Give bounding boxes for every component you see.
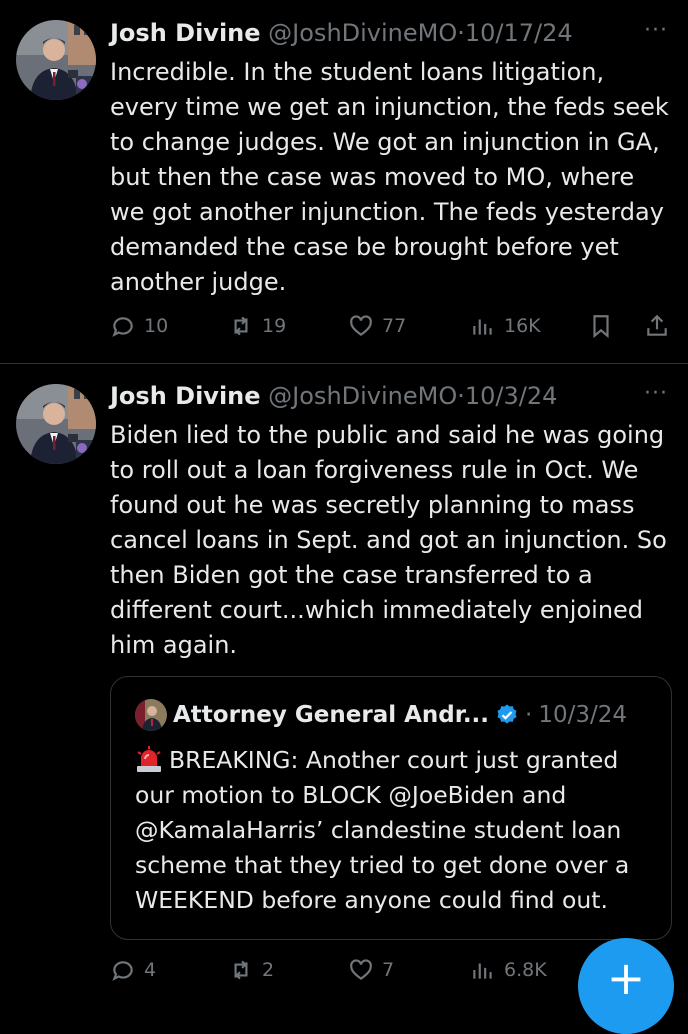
reply-icon xyxy=(112,317,133,337)
quoted-tweet-header: Attorney General Andr... · 10/3/24 xyxy=(135,699,627,731)
like-button[interactable]: 7 xyxy=(348,952,394,988)
author-name[interactable]: Josh Divine xyxy=(110,382,261,410)
quoted-tweet-text: BREAKING: Another court just granted our… xyxy=(135,746,630,914)
like-count: 7 xyxy=(382,959,395,981)
views-count: 6.8K xyxy=(504,959,547,981)
repost-button[interactable]: 2 xyxy=(228,952,274,988)
bookmark-button[interactable] xyxy=(588,308,614,344)
author-handle[interactable]: @JoshDivineMO xyxy=(268,19,457,47)
quoted-tweet-text-wrap: BREAKING: Another court just granted our… xyxy=(135,743,655,918)
author-name[interactable]: Josh Divine xyxy=(110,19,261,47)
like-count: 77 xyxy=(382,315,407,337)
quoted-tweet-date[interactable]: 10/3/24 xyxy=(538,700,627,730)
tweet-date[interactable]: 10/3/24 xyxy=(465,382,558,410)
views-icon xyxy=(473,319,492,335)
separator-dot: · xyxy=(525,702,533,728)
compose-button[interactable]: + xyxy=(578,938,674,1034)
separator-dot: · xyxy=(457,19,465,47)
reply-count: 10 xyxy=(144,315,169,337)
tweet-header: Josh Divine @JoshDivineMO·10/3/24 xyxy=(110,381,557,411)
repost-count: 19 xyxy=(262,315,287,337)
repost-count: 2 xyxy=(262,959,275,981)
reply-count: 4 xyxy=(144,959,157,981)
tweet-text: Incredible. In the student loans litigat… xyxy=(110,58,669,296)
more-icon[interactable]: ··· xyxy=(644,18,668,43)
views-count: 16K xyxy=(504,315,541,337)
views-icon xyxy=(473,963,492,979)
avatar[interactable] xyxy=(16,384,96,464)
share-icon xyxy=(647,314,667,336)
repost-icon xyxy=(234,316,248,336)
separator-dot: · xyxy=(457,382,465,410)
more-icon[interactable]: ··· xyxy=(644,381,668,406)
verified-badge-icon xyxy=(497,704,517,724)
like-icon xyxy=(350,315,372,336)
like-icon xyxy=(350,959,372,980)
reply-button[interactable]: 10 xyxy=(110,308,168,344)
quoted-tweet[interactable]: Attorney General Andr... · 10/3/24 BREAKI… xyxy=(110,676,672,940)
quoted-author-name[interactable]: Attorney General Andr... xyxy=(173,700,489,730)
tweet-header: Josh Divine @JoshDivineMO·10/17/24 xyxy=(110,18,573,48)
repost-icon xyxy=(234,960,248,980)
like-button[interactable]: 77 xyxy=(348,308,406,344)
reply-icon xyxy=(112,961,133,981)
share-button[interactable] xyxy=(644,308,670,344)
reply-button[interactable]: 4 xyxy=(110,952,156,988)
avatar[interactable] xyxy=(16,20,96,100)
tweet-date[interactable]: 10/17/24 xyxy=(465,19,573,47)
author-handle[interactable]: @JoshDivineMO xyxy=(268,382,457,410)
tweet-actions: 10 19 77 16K xyxy=(110,308,670,344)
views-button[interactable]: 16K xyxy=(470,308,541,344)
tweet[interactable]: Josh Divine @JoshDivineMO·10/3/24 ··· Bi… xyxy=(0,364,688,1000)
tweet-text: Biden lied to the public and said he was… xyxy=(110,421,667,659)
repost-button[interactable]: 19 xyxy=(228,308,286,344)
views-button[interactable]: 6.8K xyxy=(470,952,547,988)
bookmark-icon xyxy=(593,315,609,339)
tweet[interactable]: Josh Divine @JoshDivineMO·10/17/24 ··· I… xyxy=(0,0,688,362)
siren-icon xyxy=(135,745,163,773)
quoted-avatar[interactable] xyxy=(135,699,167,731)
